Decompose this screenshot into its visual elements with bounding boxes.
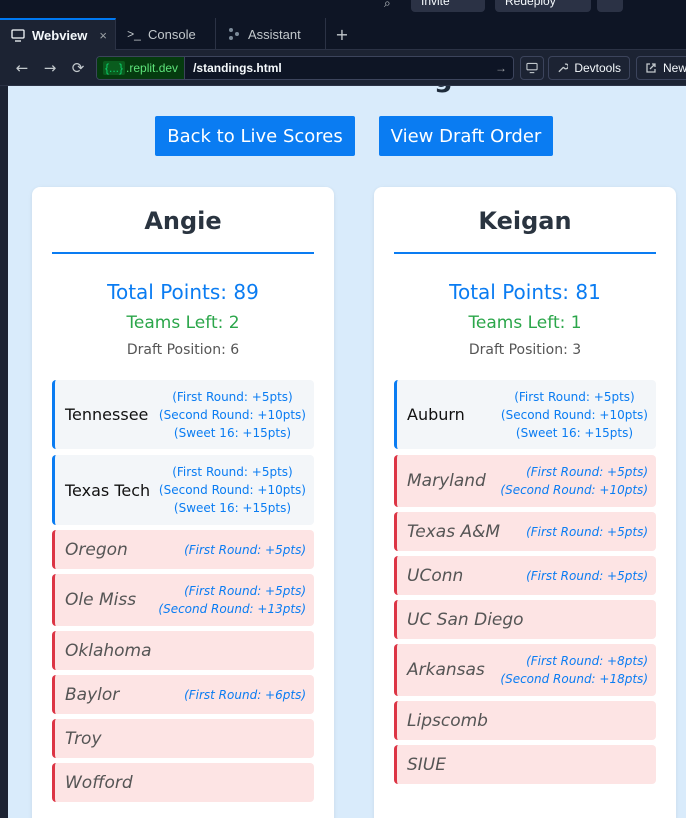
team-name: Tennessee: [65, 405, 149, 424]
team-points: (First Round: +5pts) (Second Round: +10p…: [158, 389, 306, 440]
team-points: (First Round: +5pts) (Second Round: +10p…: [500, 465, 648, 497]
player-name: Angie: [52, 207, 314, 254]
team-points: (First Round: +5pts): [184, 542, 306, 557]
lock-icon[interactable]: [597, 0, 623, 12]
team-points: (First Round: +5pts) (Second Round: +10p…: [158, 465, 306, 515]
team-name: UC San Diego: [407, 609, 524, 630]
add-tab-button[interactable]: +: [332, 18, 352, 50]
new-tab-button[interactable]: New: [636, 56, 686, 80]
domain-badge: {...} .replit.dev: [97, 57, 186, 79]
team-row: SIUE: [394, 745, 656, 784]
player-card-angie: Angie Total Points: 89 Teams Left: 2 Dra…: [32, 187, 334, 818]
team-points: (First Round: +8pts) (Second Round: +18p…: [500, 654, 648, 686]
terminal-icon: >_: [127, 27, 141, 41]
external-link-icon: [646, 63, 656, 73]
team-row: Texas Tech (First Round: +5pts) (Second …: [52, 455, 314, 525]
assistant-icon: [226, 26, 242, 42]
forward-arrow-icon[interactable]: →: [40, 58, 60, 78]
total-points: Total Points: 81: [449, 280, 601, 304]
page-title-peek: g: [434, 86, 453, 94]
teams-left: Teams Left: 1: [468, 313, 582, 333]
team-name: Wofford: [65, 772, 133, 793]
search-icon[interactable]: ⌕: [384, 0, 391, 11]
close-icon[interactable]: ×: [99, 28, 107, 43]
player-name: Keigan: [394, 207, 656, 254]
teams-left: Teams Left: 2: [126, 313, 240, 333]
redeploy-button[interactable]: Redeploy: [495, 0, 591, 12]
webview: g Back to Live Scores View Draft Order A…: [8, 86, 686, 818]
player-card-keigan: Keigan Total Points: 81 Teams Left: 1 Dr…: [374, 187, 676, 818]
team-name: SIUE: [407, 754, 446, 775]
team-name: Texas A&M: [407, 521, 501, 542]
back-arrow-icon[interactable]: ←: [12, 58, 32, 78]
new-tab-label: New: [662, 61, 686, 75]
team-row: Wofford: [52, 763, 314, 802]
team-points: (First Round: +5pts): [526, 524, 648, 539]
team-name: Arkansas: [407, 660, 485, 680]
team-row: UConn (First Round: +5pts): [394, 556, 656, 595]
team-row: Tennessee (First Round: +5pts) (Second R…: [52, 380, 314, 449]
team-row: UC San Diego: [394, 600, 656, 639]
team-row: Troy: [52, 719, 314, 758]
back-to-live-scores-button[interactable]: Back to Live Scores: [155, 116, 355, 156]
team-name: Auburn: [407, 405, 465, 424]
tab-label: Webview: [32, 27, 88, 43]
team-row: Maryland (First Round: +5pts) (Second Ro…: [394, 455, 656, 507]
top-strip: ⌕ Invite Redeploy: [0, 0, 686, 18]
tab-bar: Webview × >_ Console Assistant +: [0, 18, 686, 50]
draft-position: Draft Position: 3: [468, 342, 582, 358]
team-name: Ole Miss: [65, 590, 137, 610]
url-input[interactable]: {...} .replit.dev /standings.html →: [96, 56, 514, 80]
team-points: (First Round: +5pts) (Second Round: +10p…: [500, 389, 648, 440]
team-name: Texas Tech: [65, 480, 151, 500]
reload-icon[interactable]: ⟳: [68, 58, 88, 78]
domain-prefix: {...}: [103, 61, 126, 75]
team-row: Texas A&M (First Round: +5pts): [394, 512, 656, 551]
team-name: Maryland: [407, 471, 486, 491]
tab-label: Console: [148, 26, 196, 42]
device-icon[interactable]: [520, 56, 544, 80]
wrench-icon: [558, 63, 569, 73]
team-row: Baylor (First Round: +6pts): [52, 675, 314, 714]
devtools-label: Devtools: [574, 61, 621, 75]
team-row: Lipscomb: [394, 701, 656, 740]
team-name: Troy: [65, 728, 102, 749]
team-points: (First Round: +6pts): [184, 687, 306, 702]
team-points: (First Round: +5pts): [526, 568, 648, 583]
url-bar: ← → ⟳ {...} .replit.dev /standings.html …: [0, 50, 686, 86]
draft-position: Draft Position: 6: [126, 342, 240, 358]
go-arrow-icon[interactable]: →: [495, 61, 507, 75]
team-name: UConn: [407, 565, 464, 586]
team-row: Oklahoma: [52, 631, 314, 670]
monitor-icon: [10, 27, 26, 43]
devtools-button[interactable]: Devtools: [548, 56, 630, 80]
team-row: Arkansas (First Round: +8pts) (Second Ro…: [394, 644, 656, 696]
tab-assistant[interactable]: Assistant: [216, 18, 326, 50]
team-row: Oregon (First Round: +5pts): [52, 530, 314, 569]
team-name: Baylor: [65, 684, 120, 705]
tab-label: Assistant: [248, 26, 301, 42]
tab-console[interactable]: >_ Console: [116, 18, 216, 50]
team-name: Oregon: [65, 539, 128, 560]
team-points: (First Round: +5pts) (Second Round: +13p…: [158, 584, 306, 616]
total-points: Total Points: 89: [107, 280, 259, 304]
view-draft-order-button[interactable]: View Draft Order: [379, 116, 553, 156]
url-path: /standings.html: [193, 61, 282, 75]
team-name: Oklahoma: [65, 640, 152, 661]
team-row: Auburn (First Round: +5pts) (Second Roun…: [394, 380, 656, 449]
team-name: Lipscomb: [407, 710, 488, 731]
tab-webview[interactable]: Webview ×: [0, 18, 116, 50]
team-row: Ole Miss (First Round: +5pts) (Second Ro…: [52, 574, 314, 626]
invite-button[interactable]: Invite: [411, 0, 485, 12]
domain-text: .replit.dev: [126, 61, 179, 75]
